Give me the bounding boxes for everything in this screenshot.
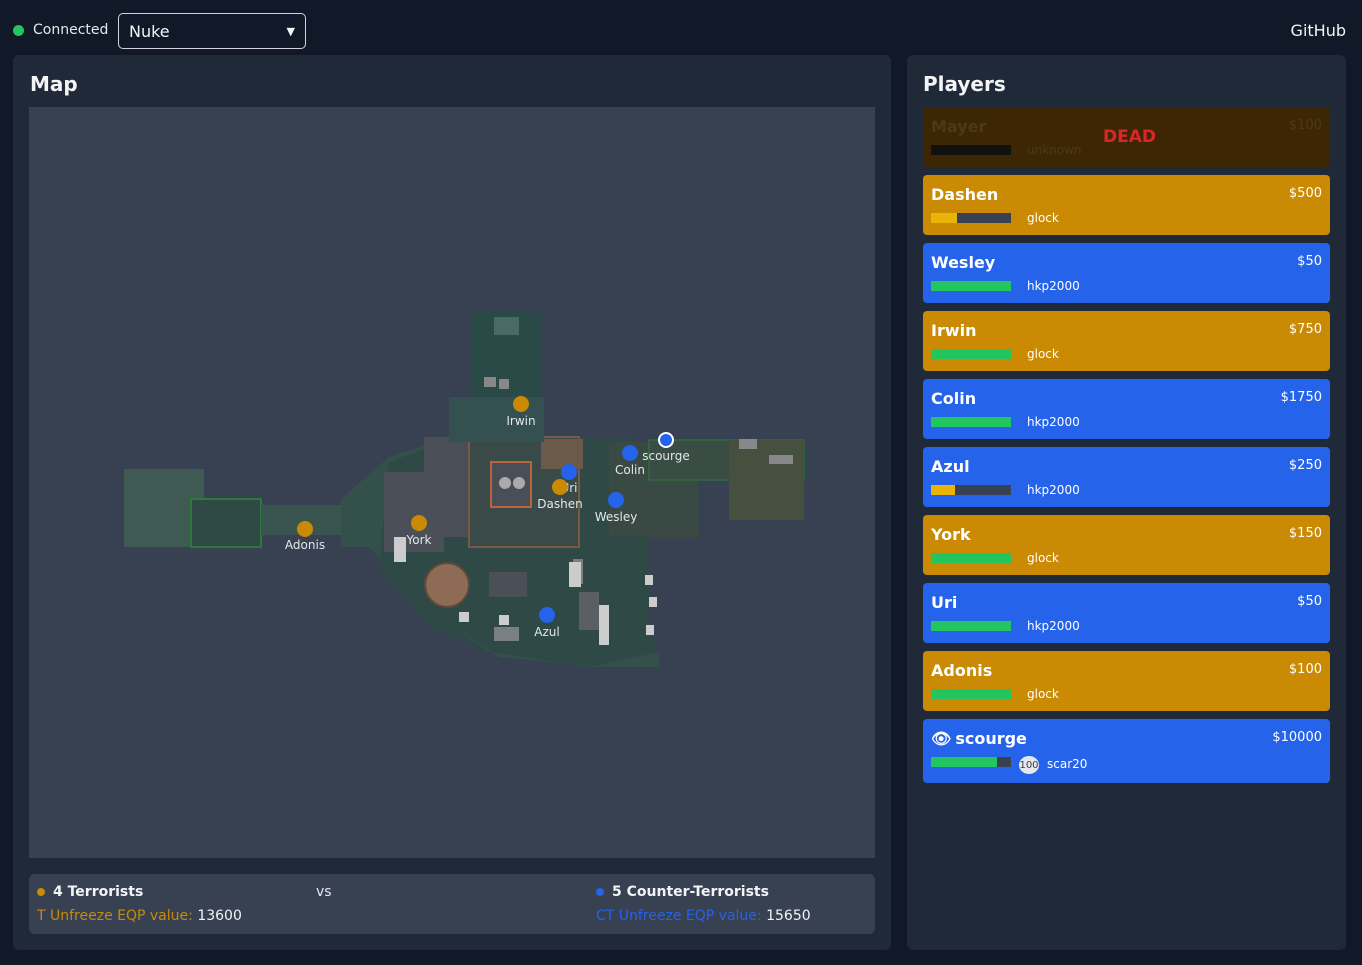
counter-terrorists-label: 5 Counter-Terrorists [612,884,769,900]
team-summary: 4 Terrorists vs 5 Counter-Terrorists T U… [29,874,875,934]
map-marker-dashen[interactable] [552,479,568,495]
health-bar [931,281,1011,291]
map-select-value: Nuke [129,21,170,41]
players-panel: Players Mayer $100 unknown DEAD Dashen $… [907,55,1346,950]
nuke-radar-image [124,312,805,667]
player-name: Adonis [931,661,993,680]
player-weapon: glock [1027,347,1059,361]
health-bar [931,621,1011,631]
player-weapon: hkp2000 [1027,279,1080,293]
armor-badge: 100 [1019,756,1039,774]
map-marker-label: Dashen [537,497,583,511]
player-money: $750 [1288,322,1322,337]
player-card-york[interactable]: York $150 glock [923,515,1330,575]
map-marker-label: Wesley [594,510,638,524]
map-marker-wesley[interactable] [608,492,624,508]
map-panel-title: Map [30,72,78,96]
map-marker-scourge[interactable] [658,432,674,448]
player-name: Irwin [931,321,977,340]
map-marker-label: Colin [615,463,645,477]
ct-eqp-label: CT Unfreeze EQP value: [596,908,762,924]
ct-team-icon [596,888,604,896]
player-money: $500 [1288,186,1322,201]
map-marker-azul[interactable] [539,607,555,623]
connection-status-icon [13,25,24,36]
health-bar [931,553,1011,563]
player-card-colin[interactable]: Colin $1750 hkp2000 [923,379,1330,439]
player-money: $150 [1288,526,1322,541]
player-money: $10000 [1272,730,1322,745]
player-money: $1750 [1280,390,1322,405]
player-card-mayer[interactable]: Mayer $100 unknown DEAD [923,107,1330,167]
map-marker-label: scourge [642,449,690,463]
ct-eqp-number: 15650 [766,908,811,924]
player-name: Uri [931,593,958,612]
health-bar [931,689,1011,699]
player-weapon: hkp2000 [1027,483,1080,497]
t-team-icon [37,888,45,896]
player-weapon: unknown [1027,143,1082,157]
map-marker-colin[interactable] [622,445,638,461]
player-weapon: hkp2000 [1027,619,1080,633]
eye-icon: 👁 [931,729,952,748]
map-marker-adonis[interactable] [297,521,313,537]
player-name: Mayer [931,117,987,136]
map-marker-label: York [406,533,432,547]
player-card-azul[interactable]: Azul $250 hkp2000 [923,447,1330,507]
player-money: $100 [1288,118,1322,133]
player-name-text: scourge [955,729,1027,748]
versus-label: vs [316,884,332,900]
terrorists-count: 4 Terrorists [37,884,143,900]
t-eqp-label: T Unfreeze EQP value: [37,908,193,924]
player-money: $50 [1297,254,1322,269]
map-panel: Map Irwin Colin scourge Uri Dashen Wesle… [13,55,891,950]
player-weapon: glock [1027,687,1059,701]
health-bar [931,145,1011,155]
t-eqp-number: 13600 [197,908,242,924]
player-name: Dashen [931,185,999,204]
health-bar [931,349,1011,359]
player-weapon: scar20 [1047,757,1088,771]
player-money: $100 [1288,662,1322,677]
github-link[interactable]: GitHub [1291,21,1346,40]
map-marker-york[interactable] [411,515,427,531]
t-eqp-value: T Unfreeze EQP value: 13600 [37,908,242,924]
map-select[interactable]: Nuke ▼ [118,13,306,49]
player-money: $50 [1297,594,1322,609]
player-card-irwin[interactable]: Irwin $750 glock [923,311,1330,371]
top-bar: Connected Nuke ▼ GitHub [0,0,1362,56]
player-card-uri[interactable]: Uri $50 hkp2000 [923,583,1330,643]
chevron-down-icon: ▼ [286,24,295,38]
connection-status-text: Connected [33,22,109,38]
map-marker-label: Azul [534,625,560,639]
player-name: Wesley [931,253,996,272]
player-name: Azul [931,457,970,476]
dead-label: DEAD [1103,127,1156,147]
players-panel-title: Players [923,72,1006,96]
map-marker-uri[interactable] [561,464,577,480]
map-canvas[interactable]: Irwin Colin scourge Uri Dashen Wesley Yo… [29,107,875,858]
health-bar [931,757,1011,767]
player-card-dashen[interactable]: Dashen $500 glock [923,175,1330,235]
player-name: York [931,525,971,544]
player-money: $250 [1288,458,1322,473]
player-weapon: glock [1027,551,1059,565]
player-card-wesley[interactable]: Wesley $50 hkp2000 [923,243,1330,303]
counter-terrorists-count: 5 Counter-Terrorists [596,884,769,900]
player-name: Colin [931,389,977,408]
health-bar [931,417,1011,427]
health-bar [931,213,1011,223]
player-weapon: glock [1027,211,1059,225]
player-card-adonis[interactable]: Adonis $100 glock [923,651,1330,711]
player-name: 👁 scourge [931,729,1027,748]
ct-eqp-value: CT Unfreeze EQP value: 15650 [596,908,811,924]
player-weapon: hkp2000 [1027,415,1080,429]
map-marker-label: Adonis [284,538,326,552]
terrorists-label: 4 Terrorists [53,884,144,900]
health-bar [931,485,1011,495]
player-card-scourge[interactable]: 👁 scourge $10000 100 scar20 [923,719,1330,783]
map-marker-label: Irwin [506,414,536,428]
map-marker-irwin[interactable] [513,396,529,412]
